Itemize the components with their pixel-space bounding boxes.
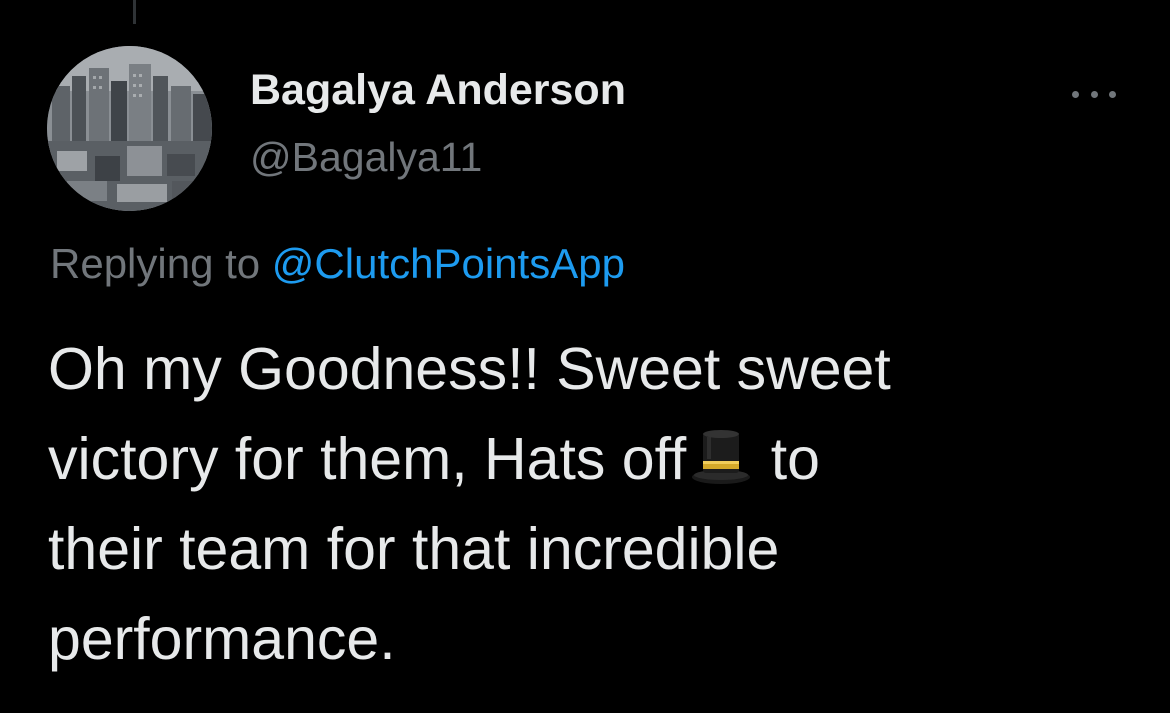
tweet-line-2: victory for them, Hats off to [48, 414, 1108, 504]
top-hat-emoji-icon [692, 430, 751, 484]
more-horizontal-icon[interactable] [1072, 84, 1116, 104]
tweet-line-4: performance. [48, 606, 396, 672]
replying-to-line: Replying to @ClutchPointsApp [50, 240, 625, 288]
avatar[interactable] [47, 46, 212, 211]
tweet-line-2-after-emoji: to [754, 426, 820, 492]
tweet-line-3: their team for that incredible [48, 516, 780, 582]
more-dot [1109, 90, 1116, 98]
reply-mention-link[interactable]: @ClutchPointsApp [272, 240, 625, 287]
tweet-line-2-before-emoji: victory for them, Hats off [48, 426, 687, 492]
thread-connector-line [133, 0, 136, 24]
author-display-name[interactable]: Bagalya Anderson [250, 66, 626, 115]
city-skyline-avatar-icon [47, 46, 212, 211]
more-dot [1072, 90, 1079, 98]
more-dot [1090, 90, 1098, 98]
tweet-line-1: Oh my Goodness!! Sweet sweet [48, 336, 891, 402]
author-handle[interactable]: @Bagalya11 [250, 134, 482, 181]
replying-to-label: Replying to [50, 240, 272, 287]
tweet-text: Oh my Goodness!! Sweet sweet victory for… [48, 324, 1108, 684]
